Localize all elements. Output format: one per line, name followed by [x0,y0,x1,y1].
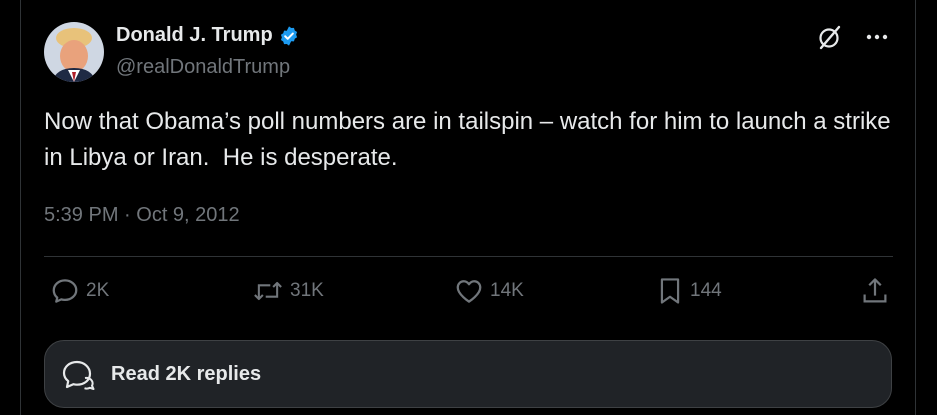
share-icon [863,278,887,303]
like-count: 14K [490,280,524,301]
reply-icon [52,279,78,303]
like-icon [456,280,482,303]
verified-badge-icon [280,25,297,46]
author-name-row: Donald J. Trump [116,24,300,47]
tweet-timestamp[interactable]: 5:39 PM · Oct 9, 2012 [44,204,240,227]
author-name[interactable]: Donald J. Trump [116,24,273,47]
tweet-top-actions [817,24,889,50]
grok-icon[interactable] [817,24,843,50]
share-button[interactable] [861,276,889,306]
bookmark-icon [660,278,680,304]
bookmark-count: 144 [690,280,722,301]
replies-bubble-icon [62,360,95,390]
read-replies-button[interactable]: Read 2K replies [44,340,892,408]
divider [44,256,893,257]
read-replies-label: Read 2K replies [111,362,262,385]
tweet-action-bar: 2K 31K 14K 144 [44,276,893,312]
avatar[interactable] [44,22,104,82]
reply-button[interactable]: 2K [50,276,109,306]
tweet-text: Now that Obama’s poll numbers are in tai… [44,108,898,171]
retweet-icon [254,281,282,301]
reply-count: 2K [86,280,110,301]
retweet-button[interactable]: 31K [252,276,324,306]
retweet-count: 31K [290,280,324,301]
like-button[interactable]: 14K [454,276,524,306]
bookmark-button[interactable]: 144 [656,276,722,306]
more-icon[interactable] [865,32,889,42]
author-handle[interactable]: @realDonaldTrump [116,56,290,79]
